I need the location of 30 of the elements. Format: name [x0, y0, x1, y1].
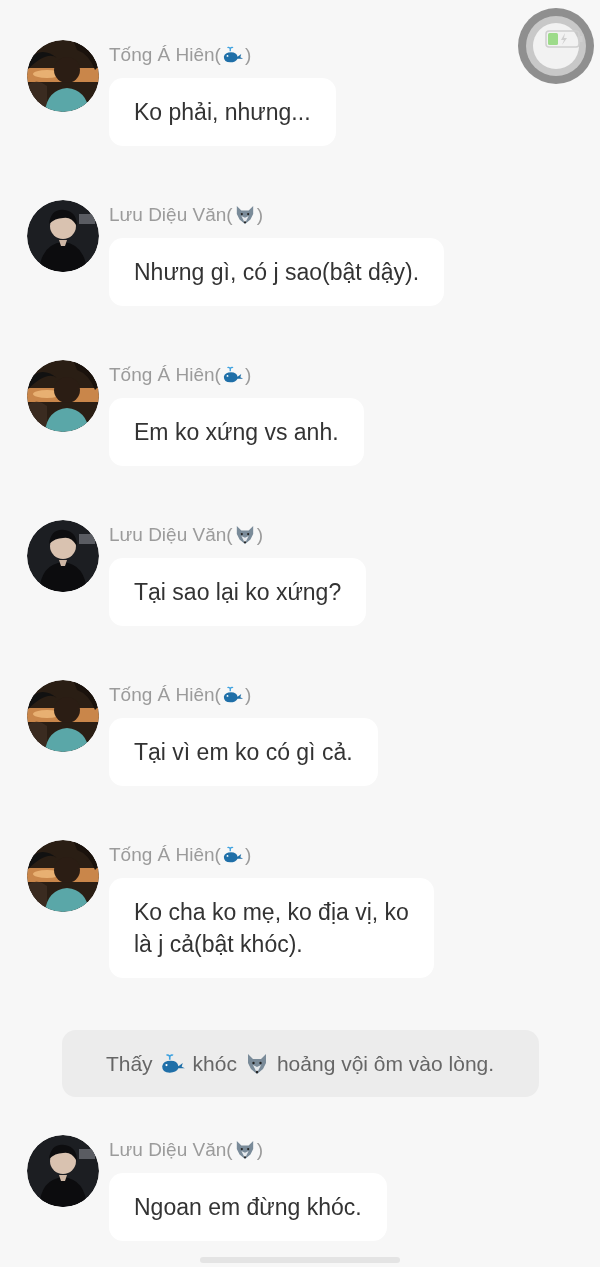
- name-text: ): [244, 684, 252, 706]
- name-text: Tống Á Hiên(: [109, 844, 221, 866]
- narration-text: Thấy: [105, 1051, 153, 1076]
- name-text: ): [244, 44, 252, 66]
- message-bubble: Ko cha ko mẹ, ko địa vị, ko là j cả(bật khóc).: [109, 878, 434, 978]
- battery-icon: [545, 30, 583, 48]
- message-bubble: Tại sao lại ko xứng?: [109, 558, 367, 626]
- message-bubble: Ko phải, nhưng...: [109, 78, 336, 146]
- name-text: ): [256, 204, 263, 226]
- name-text: ): [244, 364, 252, 386]
- name-text: Lưu Diệu Văn(: [109, 204, 233, 226]
- whale-icon: [221, 45, 244, 65]
- message-bubble: Ngoan em đừng khóc.: [109, 1173, 387, 1241]
- message-bubble: Nhưng gì, có j sao(bật dậy).: [109, 238, 445, 306]
- name-text: Lưu Diệu Văn(: [109, 1139, 233, 1161]
- name-text: Tống Á Hiên(: [109, 364, 221, 386]
- name-text: ): [256, 524, 263, 546]
- whale-icon: [221, 685, 244, 705]
- narration-text: hoảng vội ôm vào lòng.: [276, 1051, 495, 1076]
- name-text: Lưu Diệu Văn(: [109, 524, 233, 546]
- message-bubble: Tại vì em ko có gì cả.: [109, 718, 378, 786]
- whale-icon: [221, 365, 244, 385]
- name-text: ): [244, 844, 252, 866]
- whale-icon: [221, 845, 244, 865]
- name-text: Tống Á Hiên(: [109, 44, 221, 66]
- name-text: Tống Á Hiên(: [109, 684, 221, 706]
- name-text: ): [256, 1139, 263, 1161]
- message-bubble: Em ko xứng vs anh.: [109, 398, 364, 466]
- whale-icon: [159, 1052, 186, 1075]
- narration-text: khóc: [192, 1051, 237, 1076]
